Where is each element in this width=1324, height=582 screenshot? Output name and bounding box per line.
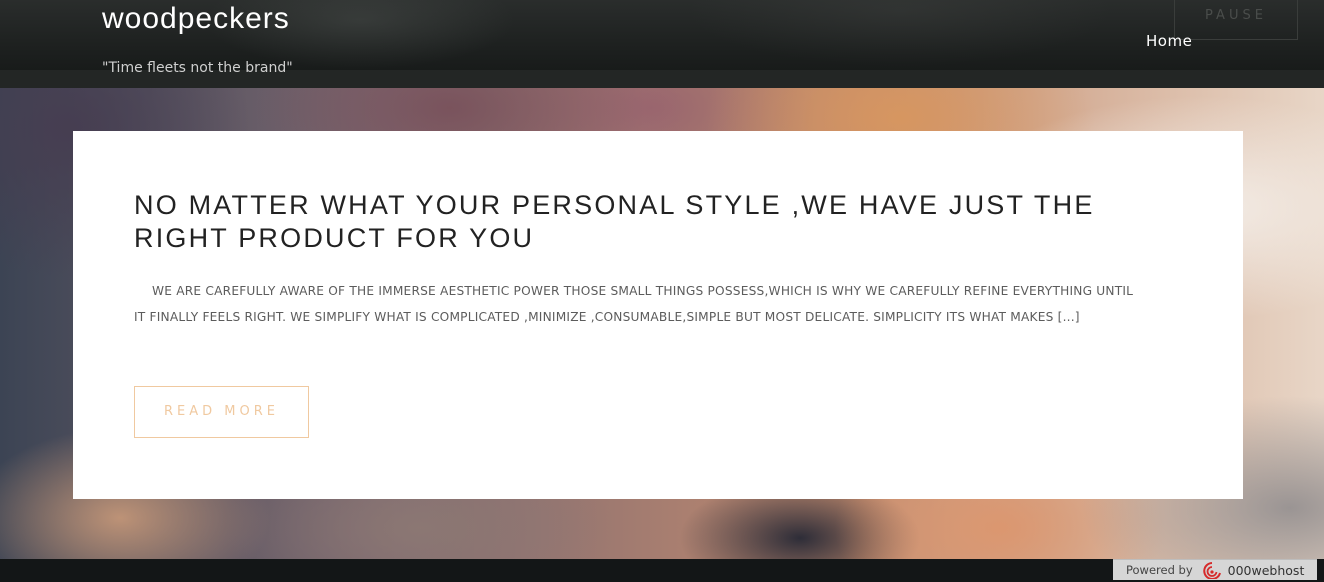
nav-link-home[interactable]: Home bbox=[1146, 32, 1192, 50]
site-header: woodpeckers "Time fleets not the brand" … bbox=[0, 0, 1324, 88]
post-title[interactable]: NO MATTER WHAT YOUR PERSONAL STYLE ,WE H… bbox=[134, 189, 1154, 255]
site-tagline: "Time fleets not the brand" bbox=[102, 60, 293, 76]
powered-by-badge[interactable]: Powered by 000webhost bbox=[1113, 559, 1317, 580]
powered-by-label: Powered by bbox=[1126, 563, 1193, 577]
slideshow-pause-button[interactable]: PAUSE bbox=[1174, 0, 1298, 40]
read-more-button[interactable]: READ MORE bbox=[134, 386, 309, 438]
post-excerpt: WE ARE CAREFULLY AWARE OF THE IMMERSE AE… bbox=[134, 284, 1134, 324]
000webhost-logo-icon bbox=[1201, 561, 1223, 580]
post-card: NO MATTER WHAT YOUR PERSONAL STYLE ,WE H… bbox=[73, 131, 1243, 499]
site-title[interactable]: woodpeckers bbox=[102, 2, 290, 36]
host-name: 000webhost bbox=[1227, 562, 1305, 578]
